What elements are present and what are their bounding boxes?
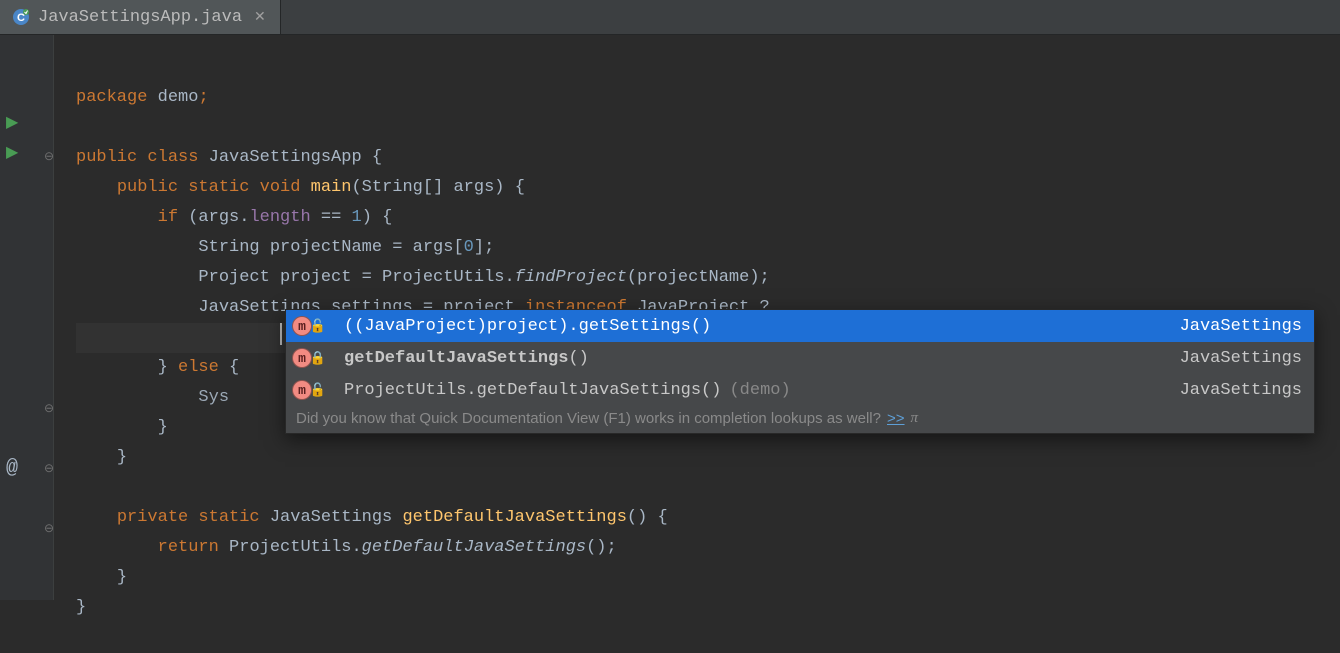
editor-tabbar: C JavaSettingsApp.java ✕ xyxy=(0,0,1340,35)
completion-tip-text: Did you know that Quick Documentation Vi… xyxy=(296,410,881,427)
completion-item[interactable]: m 🔒 getDefaultJavaSettings() JavaSetting… xyxy=(286,342,1314,374)
code-line: package demo; xyxy=(76,88,209,107)
file-tab-label: JavaSettingsApp.java xyxy=(38,8,242,27)
code-line: } xyxy=(76,568,127,587)
code-line: public static void main(String[] args) { xyxy=(76,178,525,197)
text-caret xyxy=(280,323,282,345)
code-editor[interactable]: ▶ ▶ ⊖ ⊖ ⊖ ⊖ @ package demo; public class… xyxy=(0,35,1340,600)
code-line: } xyxy=(76,418,168,437)
completion-footer: Did you know that Quick Documentation Vi… xyxy=(286,406,1314,433)
code-line: } else { xyxy=(76,358,239,377)
fold-icon[interactable]: ⊖ xyxy=(44,401,54,416)
editor-gutter[interactable]: ▶ ▶ ⊖ ⊖ ⊖ ⊖ @ xyxy=(0,35,54,600)
close-icon[interactable]: ✕ xyxy=(254,9,266,26)
java-class-icon: C xyxy=(12,8,30,26)
completion-item-hint: (demo) xyxy=(729,381,790,400)
visibility-private-icon: 🔒 xyxy=(310,350,326,366)
fold-icon[interactable]: ⊖ xyxy=(44,149,54,164)
completion-item[interactable]: m 🔓 ProjectUtils.getDefaultJavaSettings(… xyxy=(286,374,1314,406)
code-line: public class JavaSettingsApp { xyxy=(76,148,382,167)
fold-icon[interactable]: ⊖ xyxy=(44,461,54,476)
completion-item-label: ((JavaProject)project).getSettings() xyxy=(344,317,711,336)
code-line: String projectName = args[0]; xyxy=(76,238,494,257)
code-line: } xyxy=(76,598,86,617)
completion-item-return: JavaSettings xyxy=(1180,349,1302,368)
completion-item-icons: m 🔒 xyxy=(292,348,336,368)
completion-item-return: JavaSettings xyxy=(1180,317,1302,336)
fold-icon[interactable]: ⊖ xyxy=(44,521,54,536)
code-completion-popup[interactable]: m 🔓 ((JavaProject)project).getSettings()… xyxy=(285,309,1315,434)
completion-item-label: getDefaultJavaSettings() xyxy=(344,349,589,368)
visibility-public-icon: 🔓 xyxy=(310,318,326,334)
completion-item-return: JavaSettings xyxy=(1180,381,1302,400)
completion-item-icons: m 🔓 xyxy=(292,316,336,336)
completion-item-label: ProjectUtils.getDefaultJavaSettings() xyxy=(344,381,721,400)
bookmark-icon[interactable]: @ xyxy=(6,457,18,480)
completion-tip-link[interactable]: >> xyxy=(887,410,905,427)
pi-icon[interactable]: π xyxy=(911,410,919,427)
code-line: private static JavaSettings getDefaultJa… xyxy=(76,508,668,527)
code-line: if (args.length == 1) { xyxy=(76,208,392,227)
file-tab[interactable]: C JavaSettingsApp.java ✕ xyxy=(0,0,281,34)
code-line: Sys xyxy=(76,388,229,407)
run-icon[interactable]: ▶ xyxy=(6,115,18,131)
run-icon[interactable]: ▶ xyxy=(6,145,18,161)
code-line: Project project = ProjectUtils.findProje… xyxy=(76,268,770,287)
code-line: } xyxy=(76,448,127,467)
visibility-public-icon: 🔓 xyxy=(310,382,326,398)
code-line: return ProjectUtils.getDefaultJavaSettin… xyxy=(76,538,617,557)
completion-item-icons: m 🔓 xyxy=(292,380,336,400)
completion-item[interactable]: m 🔓 ((JavaProject)project).getSettings()… xyxy=(286,310,1314,342)
